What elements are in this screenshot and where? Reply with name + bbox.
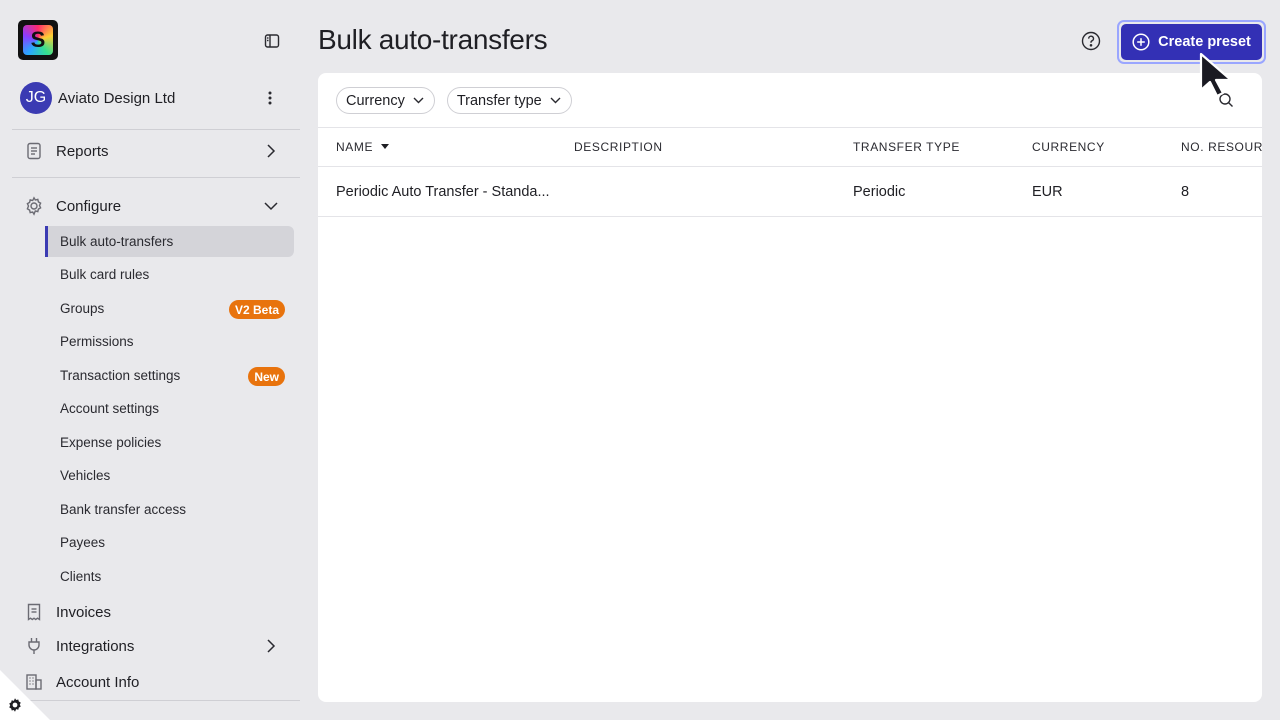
sidebar-item-label: Reports — [56, 142, 109, 160]
column-header-name[interactable]: NAME — [336, 140, 390, 154]
receipt-icon — [22, 600, 46, 624]
cell-currency: EUR — [1032, 184, 1063, 200]
sidebar-subitem-transaction-settings[interactable]: Transaction settings New — [45, 360, 294, 391]
sidebar-subitem-bulk-card-rules[interactable]: Bulk card rules — [45, 259, 294, 290]
sort-desc-icon — [381, 144, 390, 149]
divider — [12, 177, 300, 178]
create-preset-label: Create preset — [1158, 34, 1251, 50]
org-name: Aviato Design Ltd — [58, 89, 176, 107]
create-preset-button[interactable]: Create preset — [1117, 20, 1266, 64]
chevron-down-icon — [413, 97, 424, 104]
chevron-down-icon — [550, 97, 561, 104]
help-icon[interactable] — [1081, 31, 1101, 51]
divider — [318, 166, 1262, 167]
sidebar-subitem-label: Vehicles — [60, 468, 111, 483]
page-title: Bulk auto-transfers — [318, 24, 548, 55]
settings-gear-icon[interactable] — [7, 697, 23, 713]
sidebar-subitem-label: Permissions — [60, 334, 134, 349]
app-logo[interactable]: S — [18, 20, 58, 60]
sidebar-subitem-label: Clients — [60, 569, 102, 584]
sidebar-subitem-bank-transfer-access[interactable]: Bank transfer access — [45, 494, 294, 525]
sidebar-item-label: Integrations — [56, 637, 135, 655]
sidebar-item-account-info[interactable]: Account Info — [14, 665, 294, 699]
chevron-down-icon — [262, 197, 280, 215]
divider — [12, 129, 300, 130]
sidebar-subitem-label: Account settings — [60, 401, 160, 416]
sidebar-subitem-label: Bulk auto-transfers — [60, 234, 174, 249]
chevron-right-icon — [262, 142, 280, 160]
gear-icon — [22, 194, 46, 218]
sidebar-subitem-label: Transaction settings — [60, 368, 181, 383]
sidebar-item-configure[interactable]: Configure — [14, 189, 294, 223]
column-header-description[interactable]: DESCRIPTION — [574, 140, 663, 154]
create-preset-button-inner[interactable]: Create preset — [1121, 24, 1262, 60]
column-header-currency[interactable]: CURRENCY — [1032, 140, 1105, 154]
new-badge: New — [248, 367, 285, 386]
cell-name: Periodic Auto Transfer - Standa... — [336, 184, 550, 200]
sidebar-item-label: Account Info — [56, 673, 140, 691]
sidebar-item-label: Invoices — [56, 603, 112, 621]
transfer-type-filter[interactable]: Transfer type — [446, 87, 572, 114]
sidebar-subitem-label: Payees — [60, 535, 106, 550]
filter-label: Currency — [346, 92, 405, 109]
sidebar-subitem-label: Bulk card rules — [60, 267, 150, 282]
plug-icon — [22, 634, 46, 658]
sidebar-subitem-permissions[interactable]: Permissions — [45, 326, 294, 357]
cell-resources: 8 — [1181, 184, 1190, 200]
sidebar-item-invoices[interactable]: Invoices — [14, 595, 294, 629]
sidebar-subitem-payees[interactable]: Payees — [45, 527, 294, 558]
avatar: JG — [20, 82, 52, 114]
beta-badge: V2 Beta — [228, 300, 285, 319]
sidebar-subitem-groups[interactable]: Groups V2 Beta — [45, 293, 294, 324]
divider — [12, 700, 300, 701]
org-switcher[interactable]: JG Aviato Design Ltd — [20, 82, 290, 114]
currency-filter[interactable]: Currency — [336, 87, 435, 114]
sidebar-subitem-label: Expense policies — [60, 435, 162, 450]
sidebar-item-reports[interactable]: Reports — [14, 134, 294, 168]
divider — [318, 216, 1262, 217]
column-header-label: NAME — [336, 140, 374, 154]
filter-bar: Currency Transfer type — [336, 87, 572, 114]
column-header-resources[interactable]: NO. RESOURC — [1181, 140, 1262, 154]
sidebar: S JG Aviato Design Ltd Reports Configure… — [0, 0, 310, 720]
sidebar-subitem-vehicles[interactable]: Vehicles — [45, 460, 294, 491]
sidebar-item-integrations[interactable]: Integrations — [14, 629, 294, 663]
sidebar-toggle-icon[interactable] — [262, 31, 282, 51]
sidebar-item-label: Configure — [56, 197, 122, 215]
sidebar-subitem-label: Bank transfer access — [60, 502, 187, 517]
sidebar-subitem-account-settings[interactable]: Account settings — [45, 393, 294, 424]
chevron-right-icon — [262, 637, 280, 655]
divider — [318, 127, 1262, 128]
cell-transfer-type: Periodic — [853, 184, 906, 200]
plus-circle-icon — [1132, 33, 1150, 51]
more-vertical-icon[interactable] — [262, 88, 278, 108]
mouse-cursor-icon — [1199, 52, 1233, 98]
sidebar-subitem-bulk-auto-transfers[interactable]: Bulk auto-transfers — [45, 226, 294, 257]
sidebar-subitem-clients[interactable]: Clients — [45, 561, 294, 592]
transfers-card: Currency Transfer type NAME DESCRIPTION … — [318, 73, 1262, 702]
filter-label: Transfer type — [456, 92, 542, 109]
logo-letter: S — [23, 25, 53, 55]
sidebar-subitem-expense-policies[interactable]: Expense policies — [45, 427, 294, 458]
column-header-transfer-type[interactable]: TRANSFER TYPE — [853, 140, 960, 154]
reports-icon — [22, 139, 46, 163]
sidebar-subitem-label: Groups — [60, 301, 105, 316]
